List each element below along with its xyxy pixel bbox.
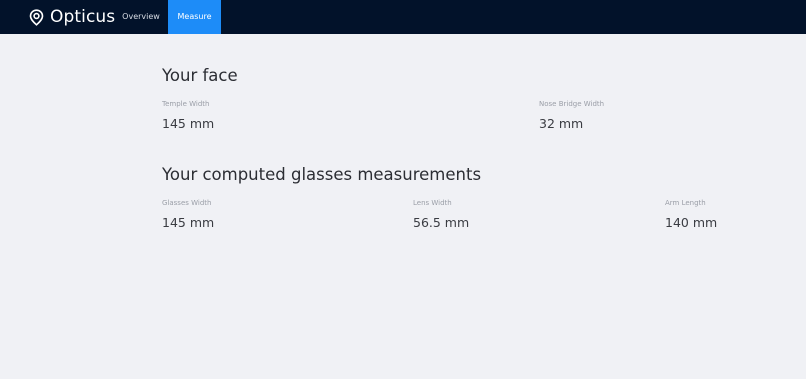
brand-name: Opticus: [50, 7, 116, 27]
lens-width-label: Lens Width: [413, 199, 452, 207]
top-navbar: Opticus Overview Measure: [0, 0, 806, 34]
nav-tab-measure[interactable]: Measure: [168, 0, 221, 34]
arm-length-label: Arm Length: [665, 199, 706, 207]
face-section-title: Your face: [162, 66, 238, 85]
arm-length-value: 140 mm: [665, 215, 718, 230]
brand-logo[interactable]: Opticus: [29, 0, 115, 34]
glasses-section-title: Your computed glasses measurements: [162, 165, 482, 184]
nose-bridge-width-value: 32 mm: [539, 116, 584, 131]
temple-width-value: 145 mm: [162, 116, 215, 131]
lens-width-metric: Lens Width 56.5 mm: [413, 198, 469, 230]
nose-bridge-width-label: Nose Bridge Width: [539, 100, 605, 108]
glasses-width-metric: Glasses Width 145 mm: [162, 198, 214, 230]
lens-width-value: 56.5 mm: [413, 215, 470, 230]
nose-bridge-width-metric: Nose Bridge Width 32 mm: [539, 99, 604, 131]
location-pin-icon: [29, 8, 44, 26]
nav-tab-overview[interactable]: Overview: [118, 0, 164, 34]
temple-width-label: Temple Width: [162, 100, 210, 108]
arm-length-metric: Arm Length 140 mm: [665, 198, 717, 230]
temple-width-metric: Temple Width 145 mm: [162, 99, 214, 131]
glasses-width-value: 145 mm: [162, 215, 215, 230]
glasses-width-label: Glasses Width: [162, 199, 212, 207]
